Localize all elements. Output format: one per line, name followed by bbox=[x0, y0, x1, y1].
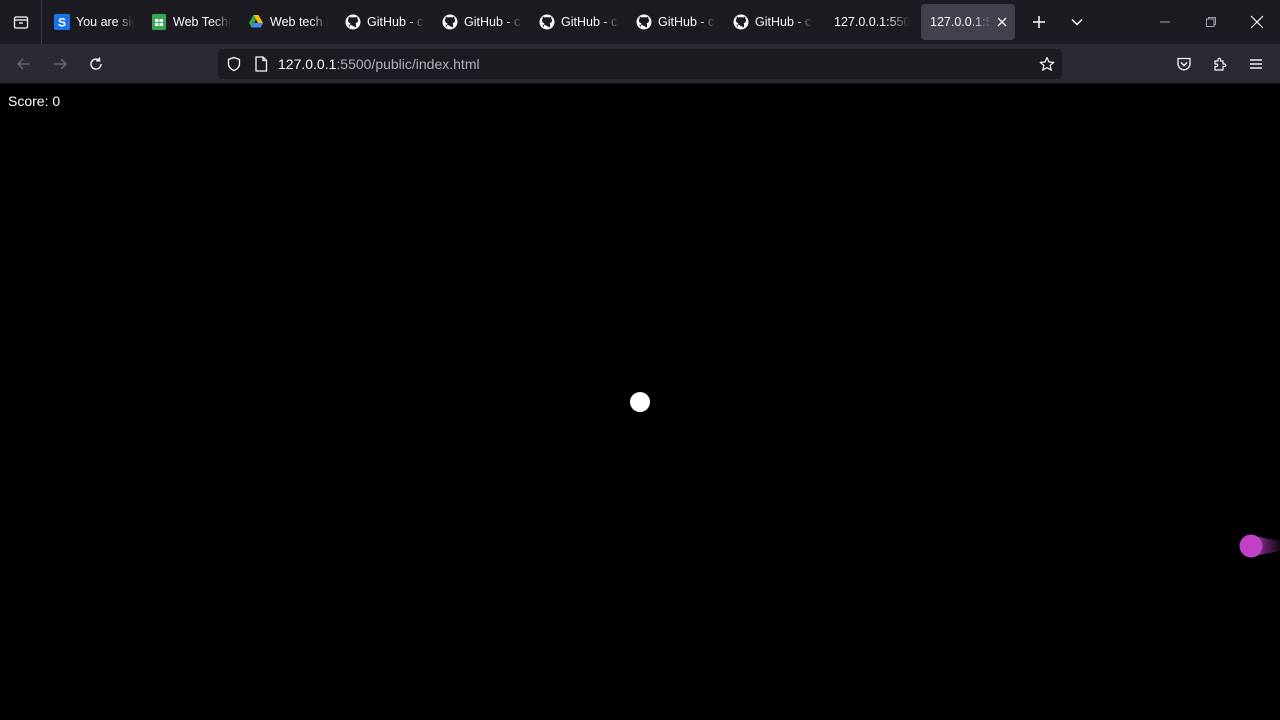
tab-label: Web Techn bbox=[173, 15, 231, 29]
tab[interactable]: S You are sig bbox=[48, 4, 140, 40]
score-label: Score: 0 bbox=[8, 93, 61, 109]
player-ball bbox=[630, 392, 650, 412]
tab[interactable]: Web Techn bbox=[145, 4, 237, 40]
url-text[interactable]: 127.0.0.1:5500/public/index.html bbox=[278, 56, 480, 72]
arrow-left-icon bbox=[17, 58, 30, 69]
url-host: 127.0.0.1 bbox=[278, 56, 337, 72]
github-icon bbox=[345, 14, 361, 30]
url-bar[interactable]: 127.0.0.1:5500/public/index.html bbox=[218, 49, 1062, 79]
tab-label: GitHub - c bbox=[367, 15, 424, 29]
tracking-protection-shield-icon[interactable] bbox=[226, 56, 242, 72]
tab-label: You are sig bbox=[76, 15, 134, 29]
tab-label: Web tech p bbox=[270, 15, 328, 29]
page-info-icon[interactable] bbox=[254, 56, 268, 72]
minimize-button[interactable] bbox=[1142, 0, 1188, 44]
forward-button[interactable] bbox=[42, 48, 78, 80]
tab[interactable]: 127.0.0.1:5500 bbox=[824, 4, 916, 40]
svg-text:S: S bbox=[58, 16, 66, 30]
enemy-projectile bbox=[1239, 534, 1280, 558]
list-all-tabs-button[interactable] bbox=[1058, 0, 1096, 44]
puzzle-piece-icon bbox=[1214, 57, 1227, 71]
reload-button[interactable] bbox=[78, 48, 114, 80]
pocket-icon bbox=[1177, 57, 1191, 71]
tab-strip: S You are sig Web Techn Web tech p GitHu… bbox=[0, 0, 1280, 44]
plus-icon bbox=[1033, 16, 1045, 28]
tab-active[interactable]: 127.0.0.1:55 bbox=[921, 4, 1015, 40]
restore-icon bbox=[1206, 17, 1216, 27]
firefox-view-icon bbox=[13, 16, 28, 29]
sheets-icon bbox=[151, 14, 167, 30]
pocket-button[interactable] bbox=[1166, 48, 1202, 80]
tab[interactable]: GitHub - c bbox=[436, 4, 528, 40]
tab-label: GitHub - c bbox=[658, 15, 715, 29]
game-canvas[interactable]: Score: 0 bbox=[0, 85, 1280, 720]
arrow-right-icon bbox=[54, 58, 67, 69]
navigation-toolbar: 127.0.0.1:5500/public/index.html bbox=[0, 44, 1280, 84]
github-icon bbox=[636, 14, 652, 30]
minimize-icon bbox=[1160, 21, 1170, 23]
tab[interactable]: GitHub - c bbox=[339, 4, 431, 40]
new-tab-button[interactable] bbox=[1020, 0, 1058, 44]
tab-label: 127.0.0.1:5500 bbox=[834, 15, 910, 29]
tab-label: GitHub - c bbox=[755, 15, 812, 29]
tab[interactable]: GitHub - c bbox=[533, 4, 625, 40]
reload-icon bbox=[90, 57, 102, 70]
tab-label: 127.0.0.1:55 bbox=[930, 15, 991, 29]
github-icon bbox=[539, 14, 555, 30]
window-controls bbox=[1142, 0, 1280, 44]
close-window-button[interactable] bbox=[1234, 0, 1280, 44]
toolbar-right bbox=[1166, 48, 1274, 80]
enemy-ball bbox=[1239, 534, 1263, 558]
tab[interactable]: GitHub - c bbox=[727, 4, 819, 40]
tab[interactable]: GitHub - c bbox=[630, 4, 722, 40]
tab-list: S You are sig Web Techn Web tech p GitHu… bbox=[42, 0, 1020, 44]
hamburger-menu-icon bbox=[1250, 59, 1262, 69]
extensions-button[interactable] bbox=[1202, 48, 1238, 80]
close-tab-icon[interactable] bbox=[995, 15, 1009, 29]
url-path: :5500/public/index.html bbox=[336, 56, 480, 72]
tab-label: GitHub - c bbox=[464, 15, 521, 29]
back-button[interactable] bbox=[6, 48, 42, 80]
s-icon: S bbox=[54, 14, 70, 30]
bookmark-star-icon[interactable] bbox=[1039, 56, 1055, 72]
app-menu-button[interactable] bbox=[1238, 48, 1274, 80]
restore-button[interactable] bbox=[1188, 0, 1234, 44]
close-icon bbox=[1250, 15, 1264, 29]
chevron-down-icon bbox=[1071, 18, 1083, 26]
tab-label: GitHub - c bbox=[561, 15, 618, 29]
google-drive-icon bbox=[248, 14, 264, 30]
tab[interactable]: Web tech p bbox=[242, 4, 334, 40]
github-icon bbox=[442, 14, 458, 30]
github-icon bbox=[733, 14, 749, 30]
firefox-view-button[interactable] bbox=[0, 0, 42, 44]
